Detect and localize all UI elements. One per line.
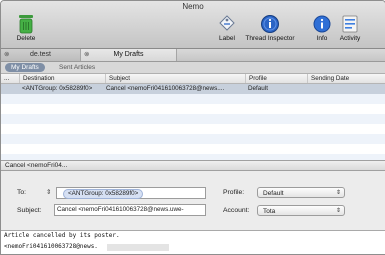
delete-button[interactable]: Delete [11, 14, 41, 42]
empty-row [1, 114, 385, 124]
profile-popup[interactable]: Default ⇕ [257, 187, 345, 198]
profile-value: Default [263, 190, 284, 197]
account-popup[interactable]: Tota ⇕ [257, 205, 345, 216]
tab-label: My Drafts [113, 51, 144, 58]
message-body[interactable]: Article cancelled by its poster. <nemoFr… [1, 230, 385, 254]
table-row[interactable]: <ANTGroup: 0x58289f0> Cancel <nemoFri041… [1, 84, 385, 94]
table-header: ... Destination Subject Profile Sending … [1, 74, 385, 84]
tab-bar: ⊗ de.test ⊗ My Drafts [1, 49, 385, 62]
activity-button[interactable]: Activity [335, 14, 365, 42]
body-line: <nemoFri041610063728@news. [4, 243, 98, 250]
cell-destination: <ANTGroup: 0x58289f0> [22, 85, 93, 92]
cell-profile: Default [248, 85, 268, 92]
compose-header: To: ⇕ <ANTGroup: 0x58289f0> Subject: Can… [1, 180, 385, 230]
column-header-subject[interactable]: Subject [105, 74, 245, 83]
tab-my-drafts[interactable]: ⊗ My Drafts [81, 49, 177, 61]
info-label: Info [316, 35, 328, 42]
popup-arrows-icon: ⇕ [335, 208, 341, 214]
profile-label: Profile: [223, 189, 245, 196]
subject-field[interactable]: Cancel <nemoFri041610063728@news.uwe- [54, 204, 206, 216]
thread-inspector-button[interactable]: Thread Inspector [241, 14, 299, 42]
drafts-table: ... Destination Subject Profile Sending … [1, 74, 385, 160]
scope-my-drafts[interactable]: My Drafts [5, 63, 45, 72]
column-header-sending-date[interactable]: Sending Date [307, 74, 385, 83]
title-toolbar: Nemo Delete Label Thread Inspector Info … [1, 1, 385, 49]
tab-de-test[interactable]: ⊗ de.test [1, 49, 81, 61]
account-value: Tota [263, 208, 276, 215]
body-line: Article cancelled by its poster. [4, 232, 120, 239]
tag-icon [219, 15, 235, 31]
split-view-divider[interactable]: Cancel <nemoFri04... [1, 160, 385, 171]
label-label: Label [219, 35, 235, 42]
preview-subject: Cancel <nemoFri04... [5, 162, 68, 169]
scope-bar: My Drafts Sent Articles [1, 62, 385, 74]
trash-icon [19, 15, 33, 34]
cell-subject: Cancel <nemoFri041610063728@news.... [106, 85, 225, 92]
stepper-icon[interactable]: ⇕ [46, 188, 51, 196]
activity-icon [342, 15, 358, 33]
subject-label: Subject: [17, 207, 42, 214]
label-button[interactable]: Label [214, 14, 240, 42]
column-header-profile[interactable]: Profile [245, 74, 307, 83]
empty-row [1, 94, 385, 104]
column-header-destination[interactable]: Destination [19, 74, 105, 83]
tab-label: de.test [29, 51, 51, 58]
window-title: Nemo [182, 2, 204, 11]
thread-inspector-label: Thread Inspector [245, 35, 295, 42]
info-icon [313, 15, 331, 33]
to-field[interactable]: <ANTGroup: 0x58289f0> [56, 187, 206, 199]
column-header-status[interactable]: ... [1, 74, 19, 83]
redacted-block [107, 244, 169, 251]
app-window: Nemo Delete Label Thread Inspector Info … [0, 0, 385, 255]
account-label: Account: [223, 207, 250, 214]
thread-inspector-icon [261, 15, 279, 33]
empty-row [1, 134, 385, 144]
popup-arrows-icon: ⇕ [335, 190, 341, 196]
delete-label: Delete [16, 35, 36, 42]
activity-label: Activity [339, 35, 361, 42]
info-button[interactable]: Info [311, 14, 333, 42]
scope-sent-articles[interactable]: Sent Articles [53, 63, 101, 72]
to-label: To: [17, 189, 27, 196]
recipient-token[interactable]: <ANTGroup: 0x58289f0> [63, 189, 144, 199]
